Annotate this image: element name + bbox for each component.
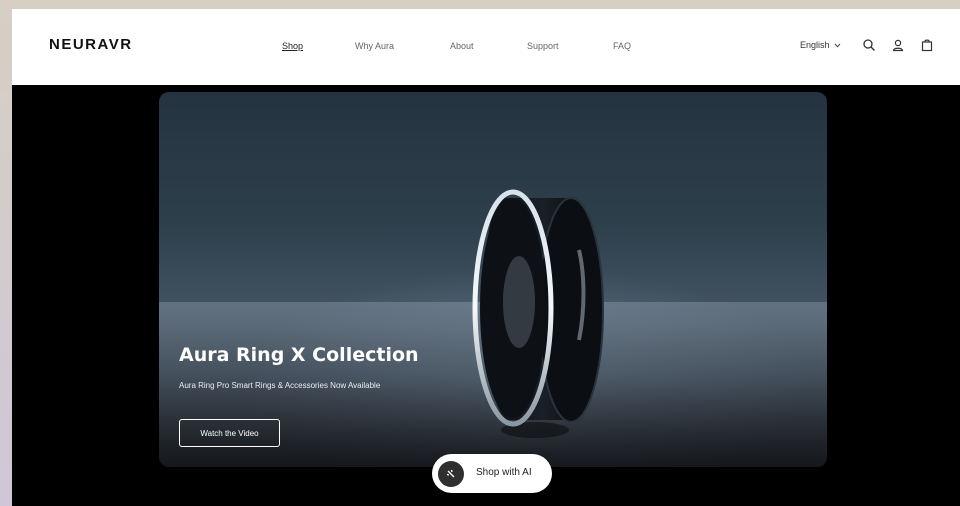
nav-why-aura[interactable]: Why Aura [355,41,394,51]
window-frame-left [0,0,12,506]
nav-support[interactable]: Support [527,41,559,51]
hero-cta-button[interactable]: Watch the Video [179,419,280,447]
cart-icon[interactable] [920,38,934,52]
search-icon[interactable] [862,38,876,52]
hero-subtitle: Aura Ring Pro Smart Rings & Accessories … [179,381,381,390]
account-icon[interactable] [891,38,905,52]
shop-with-ai-label: Shop with AI [476,467,532,478]
shop-with-ai-button[interactable]: Shop with AI [432,454,552,493]
chevron-down-icon [834,40,841,50]
window-frame-top [0,0,960,9]
page: NEURAVR Shop Why Aura About Support FAQ … [12,9,960,506]
nav-faq[interactable]: FAQ [613,41,631,51]
ring-product-image [472,189,604,438]
hero-title: Aura Ring X Collection [179,344,419,366]
hero-banner: Aura Ring X Collection Aura Ring Pro Sma… [159,92,827,467]
language-label: English [800,40,830,50]
sparkle-icon [438,461,464,487]
nav-about[interactable]: About [450,41,474,51]
language-selector[interactable]: English [800,40,841,50]
nav-shop[interactable]: Shop [282,41,303,51]
site-header: NEURAVR Shop Why Aura About Support FAQ … [12,9,960,85]
